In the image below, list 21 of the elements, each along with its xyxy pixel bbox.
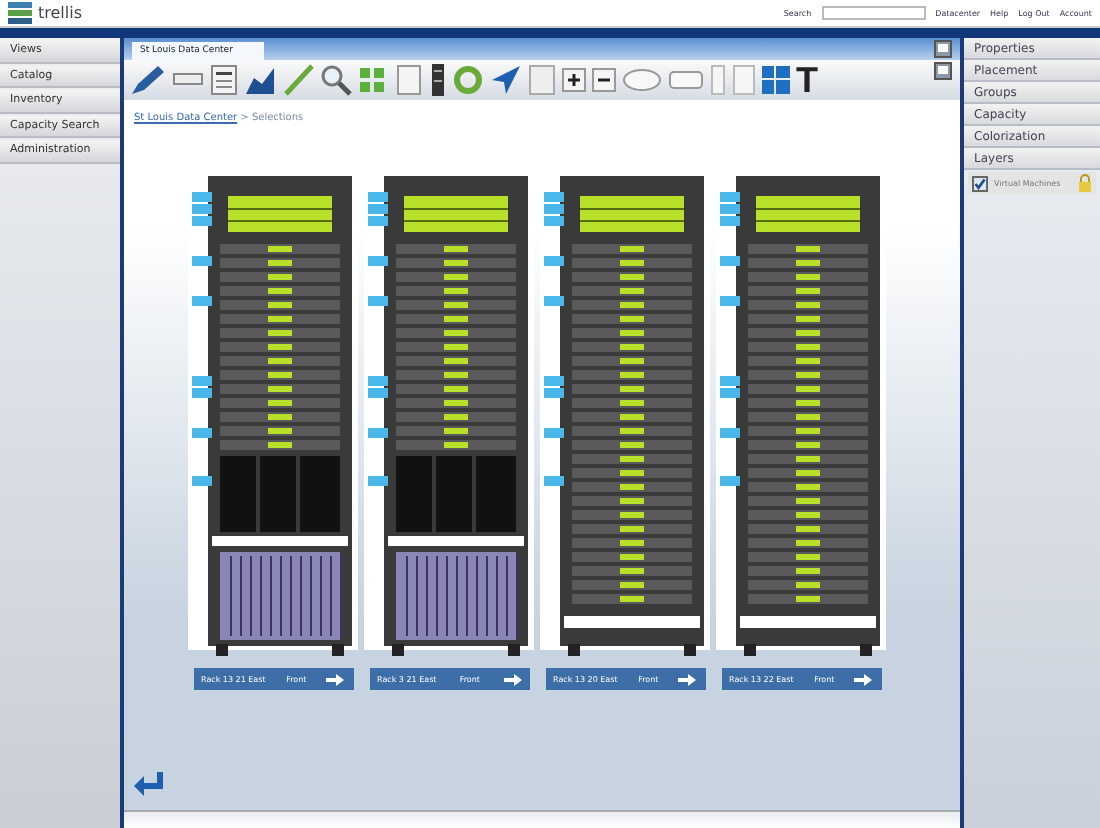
text-tool[interactable]: T	[796, 62, 818, 98]
pointer-icon[interactable]	[490, 64, 522, 96]
arrow-icon[interactable]	[854, 673, 873, 685]
text-box-icon[interactable]	[210, 64, 238, 96]
horizontal-scrollbar[interactable]	[124, 810, 960, 828]
rounded-rectangle-icon[interactable]	[668, 68, 704, 92]
windows-icon[interactable]	[762, 66, 790, 94]
search-field[interactable]	[821, 6, 926, 20]
arrow-icon[interactable]	[326, 673, 345, 685]
logo-icon	[8, 2, 32, 24]
arrow-icon[interactable]	[678, 673, 697, 685]
area-chart-icon[interactable]	[244, 64, 276, 96]
checkbox[interactable]	[972, 175, 988, 191]
back-arrow-icon[interactable]	[132, 770, 164, 798]
plus-icon[interactable]	[562, 68, 586, 92]
minus-icon[interactable]	[592, 68, 616, 92]
app-name: trellis	[38, 4, 83, 22]
pencil-icon[interactable]	[130, 64, 166, 96]
zoom-icon[interactable]	[320, 64, 352, 96]
arrow-icon[interactable]	[503, 673, 521, 685]
rack-icon[interactable]	[430, 64, 446, 96]
